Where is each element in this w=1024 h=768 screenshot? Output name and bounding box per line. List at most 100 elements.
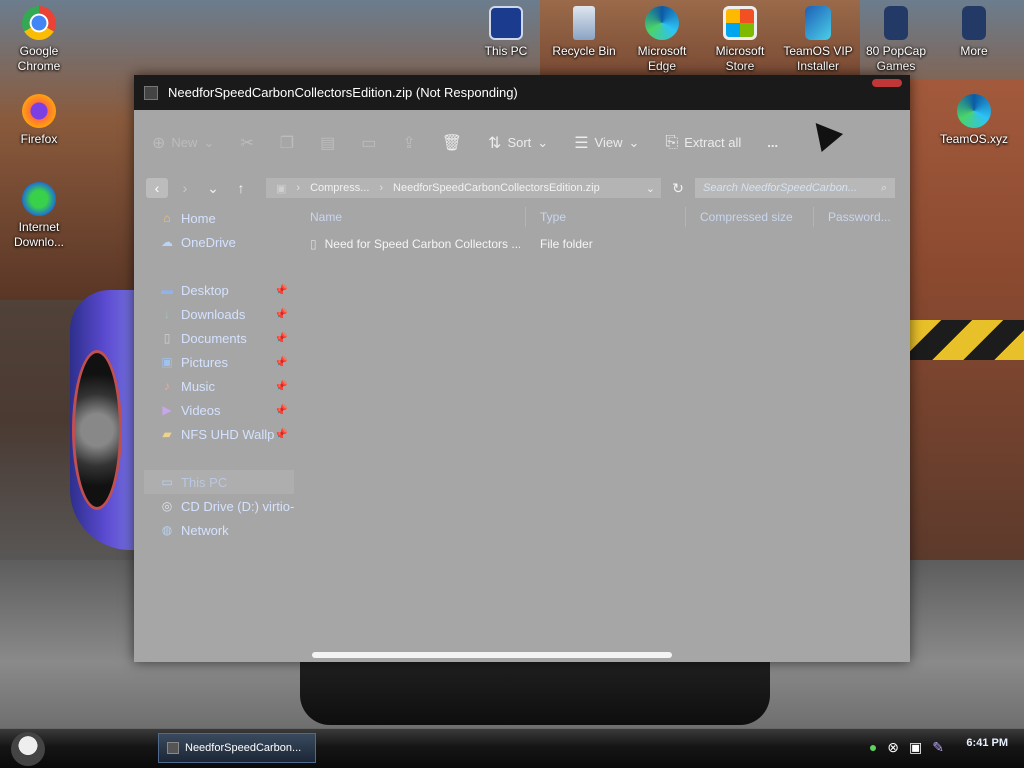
cut-button[interactable]: ✂ — [240, 133, 253, 153]
nav-item-music[interactable]: ♪ Music 📌 — [144, 374, 294, 398]
desktop-icon-firefox[interactable]: Firefox — [1, 94, 77, 147]
pin-icon[interactable]: 📌 — [274, 380, 288, 393]
breadcrumb-item[interactable]: Compress... — [310, 182, 369, 194]
more-options-button[interactable]: ... — [767, 135, 778, 150]
desktop-icon-store[interactable]: Microsoft Store — [702, 6, 778, 74]
nav-label: Pictures — [181, 354, 228, 370]
folder-icon: ▰ — [162, 427, 172, 441]
desktop-icon-popcap[interactable]: 80 PopCap Games — [858, 6, 934, 74]
edge-link-icon — [957, 94, 991, 128]
desktop-icon-label: Internet Downlo... — [13, 220, 65, 249]
pin-icon[interactable]: 📌 — [274, 356, 288, 369]
breadcrumb[interactable]: ▣ › Compress... › NeedforSpeedCarbonColl… — [266, 178, 661, 198]
column-headers: Name Type Compressed size Password... — [296, 202, 910, 232]
chevron-down-icon: ⌄ — [207, 179, 219, 196]
nav-item-cd-drive[interactable]: ◎ CD Drive (D:) virtio- — [144, 494, 294, 518]
desktop-icon-label: Firefox — [20, 132, 58, 146]
pin-icon[interactable]: 📌 — [274, 428, 288, 441]
start-button[interactable] — [6, 729, 50, 768]
rename-icon: ▭ — [361, 134, 377, 152]
zip-folder-icon — [144, 85, 158, 100]
desktop-icon-label: Google Chrome — [17, 44, 61, 73]
sort-button[interactable]: ⇅ Sort ⌄ — [488, 133, 548, 153]
table-row[interactable]: ▯ Need for Speed Carbon Collectors ... F… — [296, 232, 910, 256]
nav-item-home[interactable]: ⌂ Home — [144, 206, 294, 230]
nav-item-nfs-wallpapers[interactable]: ▰ NFS UHD Wallp 📌 — [144, 422, 294, 446]
desktop-icon-this-pc[interactable]: This PC — [468, 6, 544, 59]
arrow-left-icon: ‹ — [154, 180, 160, 196]
refresh-button[interactable]: ↻ — [667, 180, 689, 197]
taskbar-clock[interactable]: 6:41 PM — [966, 737, 1008, 749]
desktop-icon-label: Recycle Bin — [552, 44, 616, 58]
wallpaper-car-bumper — [300, 655, 770, 725]
breadcrumb-item-current[interactable]: NeedforSpeedCarbonCollectorsEdition.zip — [393, 182, 600, 194]
view-icon: ☰ — [574, 134, 589, 152]
desktop-icon-teamos-installer[interactable]: TeamOS VIP Installer — [780, 6, 856, 74]
command-bar: ⊕ New ⌄ ✂ ❐ ▤ ▭ ⇪ 🗑 ⇅ Sort ⌄ ☰ View ⌄ ⎘ … — [134, 110, 910, 175]
idm-icon — [22, 182, 56, 216]
paste-button[interactable]: ▤ — [320, 133, 335, 153]
desktop-icon-idm[interactable]: Internet Downlo... — [1, 182, 77, 250]
nav-label: Home — [181, 210, 216, 226]
window-titlebar[interactable]: NeedforSpeedCarbonCollectorsEdition.zip … — [134, 75, 910, 110]
share-button[interactable]: ⇪ — [402, 133, 415, 153]
chevron-down-icon[interactable]: ⌄ — [646, 182, 655, 195]
close-button[interactable] — [872, 79, 902, 87]
nav-item-videos[interactable]: ▶ Videos 📌 — [144, 398, 294, 422]
recent-locations-button[interactable]: ⌄ — [202, 178, 224, 198]
copy-icon: ❐ — [279, 134, 295, 152]
nav-label: Downloads — [181, 306, 246, 322]
desktop-icon-chrome[interactable]: Google Chrome — [1, 6, 77, 74]
popcap-icon — [884, 6, 908, 40]
pin-icon[interactable]: 📌 — [274, 308, 288, 321]
more-options-label: ... — [767, 135, 779, 150]
copy-button[interactable]: ❐ — [280, 133, 294, 153]
column-label: Compressed size — [700, 210, 793, 224]
delete-button[interactable]: 🗑 — [442, 133, 462, 153]
column-type[interactable]: Type — [526, 207, 686, 227]
view-button[interactable]: ☰ View ⌄ — [574, 133, 639, 153]
display-icon[interactable]: ▣ — [909, 739, 922, 756]
desktop-icon-more[interactable]: More — [936, 6, 1012, 59]
back-button[interactable]: ‹ — [146, 178, 168, 198]
nav-item-this-pc[interactable]: ▭ This PC — [144, 470, 294, 494]
desktop-icon-label: TeamOS.xyz — [939, 132, 1008, 146]
column-password[interactable]: Password... — [814, 207, 900, 227]
desktop-icon-edge[interactable]: Microsoft Edge — [624, 6, 700, 74]
nav-item-pictures[interactable]: ▣ Pictures 📌 — [144, 350, 294, 374]
download-icon: ↓ — [164, 307, 170, 321]
forward-button[interactable]: › — [174, 178, 196, 198]
column-compressed-size[interactable]: Compressed size — [686, 207, 814, 227]
taskbar-item-explorer[interactable]: NeedforSpeedCarbon... — [158, 733, 316, 763]
extract-all-button[interactable]: ⎘ Extract all — [665, 134, 741, 152]
nav-item-documents[interactable]: ▯ Documents 📌 — [144, 326, 294, 350]
nav-item-downloads[interactable]: ↓ Downloads 📌 — [144, 302, 294, 326]
desktop-icon-recycle-bin[interactable]: Recycle Bin — [546, 6, 622, 59]
up-button[interactable]: ↑ — [230, 178, 252, 198]
navigation-pane: ⌂ Home ☁ OneDrive ▬ Desktop 📌 ↓ Downloads 📌 ▯ D… — [144, 206, 294, 542]
nav-item-network[interactable]: ◍ Network — [144, 518, 294, 542]
pen-icon[interactable]: ✎ — [932, 739, 944, 756]
column-name[interactable]: Name — [296, 207, 526, 227]
installer-icon — [805, 6, 831, 40]
trash-icon: 🗑 — [441, 134, 463, 152]
chevron-down-icon: ⌄ — [537, 134, 549, 150]
nav-item-desktop[interactable]: ▬ Desktop 📌 — [144, 278, 294, 302]
nav-item-onedrive[interactable]: ☁ OneDrive — [144, 230, 294, 254]
explorer-window[interactable]: NeedforSpeedCarbonCollectorsEdition.zip … — [134, 75, 910, 662]
horizontal-scrollbar[interactable] — [312, 652, 672, 658]
arrow-up-icon: ↑ — [237, 180, 245, 196]
content-area: ⌂ Home ☁ OneDrive ▬ Desktop 📌 ↓ Downloads 📌 ▯ D… — [134, 202, 910, 662]
refresh-icon: ↻ — [672, 179, 684, 196]
desktop-icon-teamos-xyz[interactable]: TeamOS.xyz — [936, 94, 1012, 147]
idm-tray-icon[interactable]: ● — [869, 739, 877, 756]
search-input[interactable]: Search NeedforSpeedCarbon... ⌕ — [695, 178, 895, 198]
new-button[interactable]: ⊕ New ⌄ — [152, 133, 214, 153]
rename-button[interactable]: ▭ — [361, 133, 376, 153]
pin-icon[interactable]: 📌 — [274, 284, 288, 297]
pin-icon[interactable]: 📌 — [274, 404, 288, 417]
network-status-icon[interactable]: ⊗ — [887, 739, 899, 756]
picture-icon: ▣ — [161, 355, 173, 369]
pin-icon[interactable]: 📌 — [274, 332, 288, 345]
chevron-down-icon: ⌄ — [628, 134, 640, 150]
